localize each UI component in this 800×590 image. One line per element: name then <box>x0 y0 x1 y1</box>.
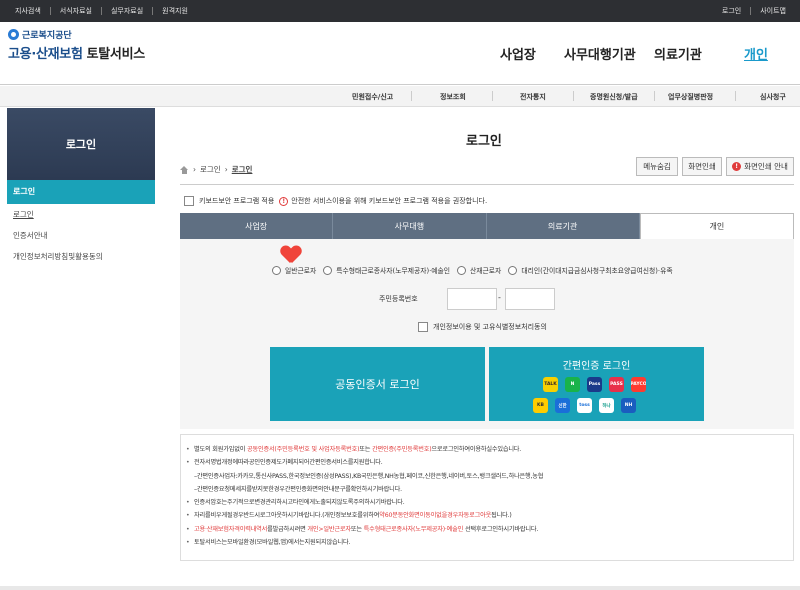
privacy-agree-row: 개인정보이용 및 고유식별정보처리동의 <box>418 322 547 332</box>
keyboard-security-row: 키보드보안 프로그램 적용 ! 안전한 서비스이용을 위해 키보드보안 프로그램… <box>184 196 487 206</box>
site-logo[interactable]: 근로복지공단 고용·산재보험 토탈서비스 <box>8 28 145 62</box>
breadcrumb-current: 로그인 <box>231 165 253 174</box>
rrn-dash: - <box>498 293 501 302</box>
radio-label: 일반근로자 <box>285 267 317 275</box>
warning-icon: ! <box>279 196 289 206</box>
cert-login-button[interactable]: 공동인증서 로그인 <box>270 347 485 421</box>
heart-icon <box>281 246 301 264</box>
rrn-label: 주민등록번호 <box>379 295 418 303</box>
nh-icon: NH <box>621 398 636 413</box>
nav-agency[interactable]: 사무대행기관 <box>564 44 636 63</box>
radio-label: 대리인(간이대지급금심사청구최초요양급여신청)·유족 <box>521 267 673 275</box>
nav-medical[interactable]: 의료기관 <box>654 44 702 63</box>
alert-icon: ! <box>732 162 742 171</box>
page-title: 로그인 <box>466 134 502 149</box>
payco-icon: PAYCO <box>631 377 646 392</box>
privacy-agree-checkbox[interactable] <box>418 322 428 332</box>
notice-item: • 고용·산재보험자격이력내역서를발급하시려면 개인>일반근로자또는 특수형태근로… <box>186 525 539 533</box>
nav-individual[interactable]: 개인 <box>744 44 768 63</box>
radio-general-worker[interactable] <box>272 265 281 275</box>
site-header: 근로복지공단 고용·산재보험 토탈서비스 사업장 사무대행기관 의료기관 개인 <box>0 22 800 85</box>
tab-workplace[interactable]: 사업장 <box>180 213 334 239</box>
subnav-disease-judgment[interactable]: 업무상질병판정 <box>668 92 713 102</box>
breadcrumb: › 로그인 › 로그인 <box>180 164 252 175</box>
naver-icon: N <box>565 377 580 392</box>
tab-medical[interactable]: 의료기관 <box>486 213 640 239</box>
sub-nav: 민원접수/신고 정보조회 전자통지 증명원신청/발급 업무상질병판정 심사청구 <box>0 86 800 107</box>
footer-divider <box>0 586 800 590</box>
privacy-agree-label: 개인정보이용 및 고유식별정보처리동의 <box>433 323 547 331</box>
nav-workplace[interactable]: 사업장 <box>500 44 536 63</box>
breadcrumb-item[interactable]: 로그인 <box>200 164 221 175</box>
notice-item: –간편인증사업자:카카오,통신사PASS,한국정보인증(삼성PASS),KB국민… <box>194 472 544 480</box>
print-button[interactable]: 화면인쇄 <box>682 157 722 176</box>
kb-icon: KB <box>533 398 548 413</box>
branch-search-link[interactable]: 지사검색 <box>15 7 51 15</box>
rrn-front-input[interactable] <box>447 288 497 310</box>
keyboard-security-notice: 안전한 서비스이용을 위해 키보드보안 프로그램 적용을 권장합니다. <box>291 197 488 205</box>
radio-label: 산재근로자 <box>470 267 502 275</box>
notice-list: • 별도의 회원가입없이 공동인증서(주민등록번호 및 사업자등록번호)또는 간편… <box>181 435 793 549</box>
notice-item: • 별도의 회원가입없이 공동인증서(주민등록번호 및 사업자등록번호)또는 간편… <box>186 446 522 453</box>
keyboard-security-checkbox[interactable] <box>184 196 194 206</box>
shinhan-icon: 신한 <box>555 398 570 413</box>
print-guide-button[interactable]: ! 화면인쇄 안내 <box>726 157 794 176</box>
login-link[interactable]: 로그인 <box>713 7 752 15</box>
print-guide-label: 화면인쇄 안내 <box>744 162 788 171</box>
keyboard-security-label: 키보드보안 프로그램 적용 <box>199 197 275 205</box>
form-library-link[interactable]: 서식자료실 <box>51 7 102 15</box>
chevron-right-icon: › <box>193 165 196 174</box>
subnav-civil-filing[interactable]: 민원접수/신고 <box>352 92 393 102</box>
service-main-name: 고용·산재보험 <box>8 47 83 62</box>
sidebar-item-cert-guide[interactable]: 인증서안내 <box>7 225 155 246</box>
sidebar-section-login[interactable]: 로그인 <box>7 180 155 204</box>
radio-special-worker[interactable] <box>323 265 333 275</box>
samsung-pass-icon: Pass <box>587 377 602 392</box>
top-utility-bar: 지사검색 서식자료실 실무자료실 원격지원 로그인 사이트맵 <box>0 0 800 22</box>
hana-icon: 하나 <box>599 398 614 413</box>
login-type-tabs: 사업장 사무대행 의료기관 개인 <box>180 213 794 239</box>
toss-icon: toss <box>577 398 592 413</box>
sidebar-item-privacy[interactable]: 개인정보처리방침및활용동의 <box>7 246 155 267</box>
subnav-review-request[interactable]: 심사청구 <box>760 92 786 102</box>
subnav-certificate[interactable]: 증명원신청/발급 <box>590 92 638 102</box>
sidebar: 로그인 로그인 로그인 인증서안내 개인정보처리방침및활용동의 <box>7 108 155 267</box>
notice-item: • 전자서명법개정에따라공인인증제도가폐지되어간편인증서비스를지원합니다. <box>186 459 383 467</box>
tab-individual[interactable]: 개인 <box>639 213 794 239</box>
chevron-right-icon: › <box>224 165 228 174</box>
home-icon[interactable] <box>180 165 189 174</box>
simple-auth-label: 간편인증 로그인 <box>562 361 631 372</box>
tab-agency[interactable]: 사무대행 <box>333 213 487 239</box>
service-name: 토탈서비스 <box>86 47 146 62</box>
notice-item: • 자리를비우게될경우반드시로그아웃하시기바랍니다.(개인정보보호를위하여약60분… <box>186 512 512 520</box>
top-links-left: 지사검색 서식자료실 실무자료실 원격지원 <box>15 0 197 22</box>
practice-library-link[interactable]: 실무자료실 <box>102 7 154 15</box>
radio-label: 특수형태근로종사자(노무제공자)·예술인 <box>336 267 451 275</box>
subnav-info-lookup[interactable]: 정보조회 <box>440 92 466 102</box>
header-divider <box>180 184 794 185</box>
subnav-e-notice[interactable]: 전자통지 <box>520 92 546 102</box>
notice-item: • 토탈서비스는모바일환경(모바일웹,앱)에서는지원되지않습니다. <box>186 539 351 547</box>
radio-injured-worker[interactable] <box>457 265 467 275</box>
notice-item: • 인증서암호는주기적으로변경관리하시고타인에게노출되지않도록주의하시기바랍니다. <box>186 499 405 507</box>
top-links-right: 로그인 사이트맵 <box>713 0 786 22</box>
radio-agent[interactable] <box>508 265 518 275</box>
kakao-icon: TALK <box>543 377 558 392</box>
sidebar-item-login[interactable]: 로그인 <box>7 204 155 225</box>
user-type-radios: 일반근로자 특수형태근로종사자(노무제공자)·예술인 산재근로자 대리인(간이대… <box>272 265 680 275</box>
remote-support-link[interactable]: 원격지원 <box>153 7 197 15</box>
org-name: 근로복지공단 <box>22 31 72 41</box>
notice-item: –간편인증요청메세지를받지못한경우간편인증화면의안내문구를확인하시기바랍니다. <box>194 485 402 493</box>
login-notice-box: • 별도의 회원가입없이 공동인증서(주민등록번호 및 사업자등록번호)또는 간편… <box>180 434 794 561</box>
rrn-back-input[interactable] <box>505 288 555 310</box>
pass-icon: PASS <box>609 377 624 392</box>
sidebar-title: 로그인 <box>7 108 155 180</box>
comwel-logo-icon <box>8 29 19 40</box>
sitemap-link[interactable]: 사이트맵 <box>751 7 786 15</box>
menu-hide-button[interactable]: 메뉴숨김 <box>636 157 678 176</box>
simple-auth-login-button[interactable]: 간편인증 로그인 TALK N Pass PASS PAYCO KB 신한 toss 하나 NH <box>489 347 704 421</box>
